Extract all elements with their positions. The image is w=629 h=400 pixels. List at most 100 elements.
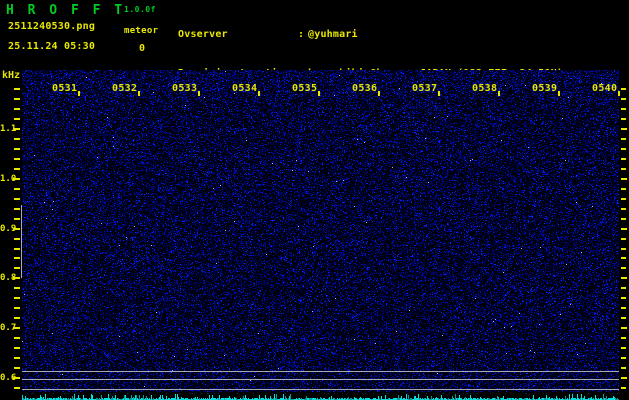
freq-minor-tick	[14, 198, 20, 200]
freq-right-tick	[621, 267, 626, 269]
freq-minor-tick	[14, 88, 20, 90]
time-label: 0540	[592, 83, 618, 94]
freq-right-tick	[621, 138, 626, 140]
freq-right-tick	[621, 357, 626, 359]
time-label: 0531	[52, 83, 78, 94]
time-tick	[558, 91, 560, 96]
app-version: 1.0.0f	[124, 5, 156, 14]
freq-right-tick	[621, 88, 626, 90]
station-row-value: @yuhmari	[308, 29, 358, 40]
freq-right-tick	[621, 158, 626, 160]
freq-right-tick	[621, 118, 626, 120]
freq-minor-tick	[14, 218, 20, 220]
freq-major-tick	[13, 377, 20, 379]
time-label: 0538	[472, 83, 498, 94]
freq-right-tick	[621, 387, 626, 389]
station-row: Ovserver: @yuhmari	[178, 28, 563, 41]
freq-right-tick	[621, 238, 626, 240]
time-label: 0534	[232, 83, 258, 94]
freq-minor-tick	[14, 158, 20, 160]
time-label: 0533	[172, 83, 198, 94]
freq-major-tick	[13, 128, 20, 130]
marker-line	[22, 379, 619, 380]
freq-minor-tick	[14, 307, 20, 309]
capture-filename: 2511240530.png	[8, 21, 96, 32]
signal-level-strip	[22, 392, 619, 400]
time-label: 0537	[412, 83, 438, 94]
freq-major-tick	[13, 277, 20, 279]
freq-minor-tick	[14, 188, 20, 190]
time-tick	[138, 91, 140, 96]
freq-major-tick	[13, 228, 20, 230]
time-label: 0536	[352, 83, 378, 94]
freq-right-tick	[621, 148, 626, 150]
freq-major-tick	[13, 327, 20, 329]
freq-right-tick	[621, 377, 627, 379]
freq-right-tick	[621, 307, 626, 309]
freq-right-tick	[621, 337, 626, 339]
freq-minor-tick	[14, 208, 20, 210]
freq-minor-tick	[14, 387, 20, 389]
freq-minor-tick	[14, 118, 20, 120]
meteor-label: meteor	[124, 26, 159, 36]
freq-right-tick	[621, 277, 627, 279]
time-tick	[378, 91, 380, 96]
count-band-marker	[21, 205, 22, 278]
freq-minor-tick	[14, 267, 20, 269]
time-tick	[618, 91, 620, 96]
freq-right-tick	[621, 287, 626, 289]
station-row-separator: :	[298, 29, 305, 40]
time-label: 0539	[532, 83, 558, 94]
meteor-count: 0	[139, 43, 146, 54]
freq-right-tick	[621, 98, 626, 100]
freq-minor-tick	[14, 138, 20, 140]
freq-right-tick	[621, 228, 627, 230]
freq-minor-tick	[14, 297, 20, 299]
freq-right-tick	[621, 108, 626, 110]
freq-minor-tick	[14, 108, 20, 110]
time-tick	[198, 91, 200, 96]
freq-minor-tick	[14, 337, 20, 339]
marker-line	[22, 389, 619, 390]
freq-minor-tick	[14, 357, 20, 359]
freq-right-tick	[621, 128, 627, 130]
freq-right-tick	[621, 218, 626, 220]
freq-minor-tick	[14, 367, 20, 369]
freq-right-tick	[621, 178, 627, 180]
time-tick	[498, 91, 500, 96]
freq-right-tick	[621, 327, 627, 329]
time-tick	[78, 91, 80, 96]
time-label: 0532	[112, 83, 138, 94]
freq-minor-tick	[14, 257, 20, 259]
freq-right-tick	[621, 317, 626, 319]
hrofft-screen: H R O F F T 1.0.0f 2511240530.png meteor…	[0, 0, 629, 400]
freq-right-tick	[621, 257, 626, 259]
freq-right-tick	[621, 198, 626, 200]
freq-right-tick	[621, 297, 626, 299]
time-tick	[318, 91, 320, 96]
capture-datetime: 25.11.24 05:30	[8, 41, 96, 52]
freq-minor-tick	[14, 287, 20, 289]
freq-axis-unit: kHz	[2, 70, 21, 81]
freq-right-tick	[621, 208, 626, 210]
time-label: 0535	[292, 83, 318, 94]
time-tick	[258, 91, 260, 96]
freq-minor-tick	[14, 238, 20, 240]
station-row-label: Ovserver	[178, 29, 228, 40]
spectrogram-noise	[22, 70, 619, 392]
freq-right-tick	[621, 188, 626, 190]
freq-minor-tick	[14, 317, 20, 319]
freq-right-tick	[621, 347, 626, 349]
freq-right-tick	[621, 168, 626, 170]
freq-minor-tick	[14, 148, 20, 150]
time-tick	[438, 91, 440, 96]
freq-right-tick	[621, 248, 626, 250]
freq-minor-tick	[14, 248, 20, 250]
freq-minor-tick	[14, 98, 20, 100]
app-title: H R O F F T	[6, 3, 126, 18]
freq-minor-tick	[14, 168, 20, 170]
freq-major-tick	[13, 178, 20, 180]
freq-right-tick	[621, 367, 626, 369]
freq-minor-tick	[14, 347, 20, 349]
marker-line	[22, 371, 619, 372]
